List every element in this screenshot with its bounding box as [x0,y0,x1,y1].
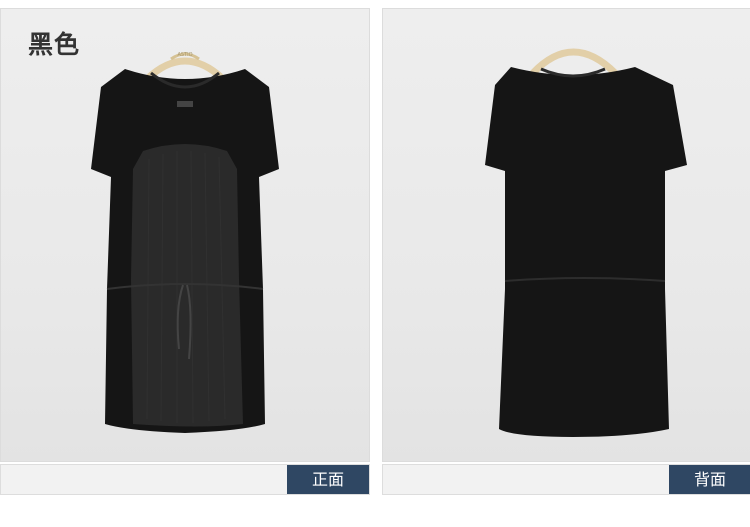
hanger-icon: ASTIO [143,52,227,83]
front-caption-bar: 正面 [0,464,370,495]
back-view-panel [382,8,750,462]
front-view-panel: 黑色 ASTIO [0,8,370,462]
back-caption-bar: 背面 [382,464,750,495]
dress-body-back [485,67,687,437]
back-dress-image [485,48,687,437]
back-view-tag: 背面 [669,465,750,494]
front-view-tag: 正面 [287,465,369,494]
svg-text:ASTIO: ASTIO [177,52,192,58]
front-dress-image: ASTIO [91,52,279,433]
